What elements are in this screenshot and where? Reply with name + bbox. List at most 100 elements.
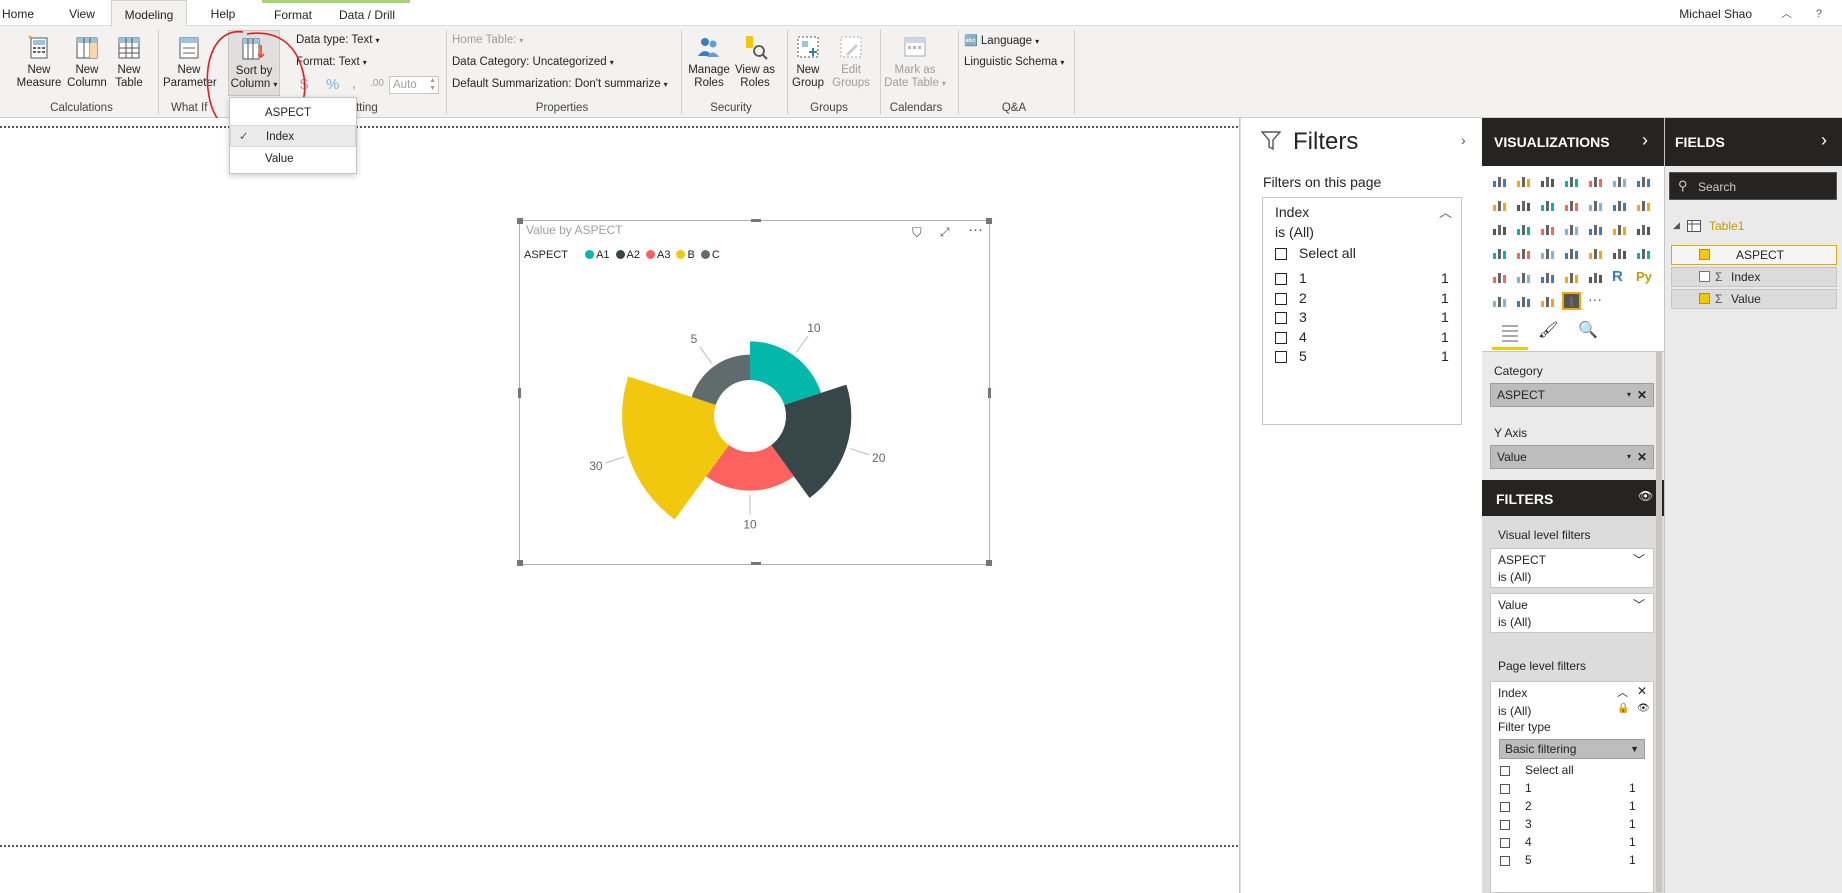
python-visual-icon[interactable]: Py <box>1636 270 1658 284</box>
home-table-dropdown[interactable]: Home Table: ▾ <box>452 34 523 46</box>
field-value[interactable]: Σ Value <box>1671 289 1837 309</box>
more-visuals-icon[interactable]: ··· <box>1588 292 1603 308</box>
visual-filter-value[interactable]: Value is (All) ﹀ <box>1490 593 1654 633</box>
field-index[interactable]: Σ Index <box>1671 267 1837 287</box>
close-icon[interactable]: ✕ <box>1637 684 1647 698</box>
spinner-icon[interactable]: ▲ ▼ <box>429 77 436 93</box>
view-as-roles-button[interactable]: View as Roles <box>730 32 780 90</box>
chevron-down-icon[interactable]: ▾ <box>1627 446 1631 468</box>
rose-donut-visual[interactable]: Value by ASPECT ASPECT A1 A2 A3 B C ⛉ ⤢ ··· … <box>519 220 990 565</box>
filter-value-checkbox[interactable] <box>1275 292 1287 305</box>
visual-type-icon[interactable] <box>1564 222 1579 236</box>
resize-handle[interactable] <box>517 218 523 224</box>
field-checkbox-checked[interactable] <box>1699 293 1710 304</box>
menu-item-aspect-default[interactable]: ASPECT (Default) <box>230 102 356 141</box>
chevron-down-icon[interactable]: ﹀ <box>1633 551 1645 568</box>
more-options-icon[interactable]: ··· <box>968 221 983 238</box>
visual-filter-aspect[interactable]: ASPECT is (All) ﹀ <box>1490 548 1654 588</box>
resize-handle[interactable] <box>986 218 992 224</box>
chevron-down-icon[interactable]: ▾ <box>1627 384 1631 406</box>
lock-icon[interactable]: 🔒 <box>1617 703 1629 714</box>
visual-type-icon[interactable] <box>1588 174 1603 188</box>
manage-roles-button[interactable]: Manage Roles <box>684 32 734 90</box>
remove-field-icon[interactable]: ✕ <box>1637 446 1647 468</box>
visual-type-icon[interactable] <box>1492 270 1507 284</box>
eye-icon[interactable]: 👁 <box>1637 703 1650 714</box>
user-name[interactable]: Michael Shao <box>1679 0 1752 28</box>
collapse-ribbon-icon[interactable]: ︿ <box>1781 0 1792 28</box>
visual-type-icon[interactable] <box>1588 222 1603 236</box>
expand-table-icon[interactable]: ◢ <box>1673 220 1680 231</box>
visual-type-icon[interactable] <box>1516 198 1531 212</box>
legend-item[interactable]: B <box>676 249 695 261</box>
chevron-down-icon[interactable]: ﹀ <box>1633 596 1645 613</box>
filter-value-checkbox[interactable] <box>1500 856 1510 866</box>
visual-type-icon[interactable] <box>1636 174 1651 188</box>
filter-value-checkbox[interactable] <box>1500 820 1510 830</box>
visual-type-icon[interactable] <box>1516 270 1531 284</box>
rose-segment-a1[interactable] <box>750 341 822 405</box>
fields-search-box[interactable]: ⚲ Search <box>1669 172 1837 200</box>
analytics-icon[interactable]: 🔍 <box>1578 320 1598 340</box>
visual-type-icon[interactable] <box>1540 174 1555 188</box>
focus-mode-icon[interactable]: ⤢ <box>940 225 950 240</box>
legend-item[interactable]: C <box>700 249 720 261</box>
chevron-up-icon[interactable]: ︿ <box>1439 202 1452 221</box>
visual-type-icon[interactable] <box>1564 198 1579 212</box>
visual-type-icon[interactable] <box>1516 246 1531 260</box>
resize-handle[interactable] <box>986 560 992 566</box>
visual-type-icon[interactable] <box>1540 198 1555 212</box>
select-all-checkbox[interactable] <box>1500 766 1510 776</box>
visual-type-icon[interactable] <box>1636 198 1651 212</box>
resize-handle[interactable] <box>518 388 521 398</box>
new-measure-button[interactable]: New Measure <box>14 32 64 90</box>
comma-button[interactable]: , <box>352 75 356 91</box>
tab-data-drill[interactable]: Data / Drill <box>324 0 410 27</box>
legend-item[interactable]: A3 <box>646 249 670 261</box>
resize-handle[interactable] <box>988 388 991 398</box>
visual-type-icon[interactable] <box>1492 246 1507 260</box>
filter-value-checkbox[interactable] <box>1275 331 1287 344</box>
edit-groups-button[interactable]: Edit Groups <box>827 32 875 90</box>
visual-type-icon[interactable] <box>1516 174 1531 188</box>
visual-type-icon[interactable] <box>1612 246 1627 260</box>
visual-type-icon[interactable] <box>1612 174 1627 188</box>
visual-type-icon[interactable] <box>1492 294 1507 308</box>
visual-type-icon[interactable] <box>1540 246 1555 260</box>
visual-type-icon[interactable] <box>1516 222 1531 236</box>
menu-item-index[interactable]: ✓ Index <box>230 125 356 147</box>
eye-icon[interactable]: 👁 <box>1638 489 1653 503</box>
new-group-button[interactable]: New Group <box>784 32 832 90</box>
table-name[interactable]: Table1 <box>1709 219 1744 233</box>
menu-item-value[interactable]: Value <box>230 148 356 170</box>
select-all-checkbox[interactable] <box>1275 248 1287 260</box>
data-category-dropdown[interactable]: Data Category: Uncategorized ▾ <box>452 56 614 68</box>
filter-value-checkbox[interactable] <box>1275 351 1287 363</box>
help-icon[interactable]: ? <box>1816 0 1822 28</box>
visual-type-icon[interactable] <box>1564 270 1579 284</box>
visual-type-icon[interactable] <box>1588 198 1603 212</box>
visual-type-icon[interactable] <box>1540 294 1555 308</box>
page-filter-index[interactable]: Index is (All) ︿ ✕ 🔒 👁 Filter type Basic… <box>1490 681 1654 893</box>
r-visual-icon[interactable]: R <box>1612 269 1627 284</box>
rose-segment-c[interactable] <box>691 354 750 405</box>
collapse-pane-icon[interactable]: › <box>1821 130 1827 151</box>
visual-type-icon[interactable] <box>1516 294 1531 308</box>
tab-view[interactable]: View <box>64 0 100 27</box>
filter-type-select[interactable]: Basic filtering ▼ <box>1499 739 1645 759</box>
visual-type-icon[interactable] <box>1492 222 1507 236</box>
filter-value-checkbox[interactable] <box>1500 784 1510 794</box>
filter-value-checkbox[interactable] <box>1500 802 1510 812</box>
new-table-button[interactable]: New Table <box>105 32 153 90</box>
decimal-places-input[interactable]: Auto ▲ ▼ <box>389 76 439 94</box>
language-dropdown[interactable]: 🔤 Language ▾ <box>964 34 1039 47</box>
tab-format[interactable]: Format <box>262 0 324 27</box>
visual-type-icon[interactable] <box>1636 222 1651 236</box>
category-well[interactable]: ASPECT ▾ ✕ <box>1490 383 1654 407</box>
field-checkbox-checked[interactable] <box>1699 249 1710 260</box>
collapse-pane-icon[interactable]: › <box>1642 130 1648 151</box>
visual-type-icon[interactable] <box>1612 222 1627 236</box>
filter-icon[interactable]: ⛉ <box>912 225 922 241</box>
remove-field-icon[interactable]: ✕ <box>1637 384 1647 406</box>
filter-value-checkbox[interactable] <box>1275 312 1287 324</box>
